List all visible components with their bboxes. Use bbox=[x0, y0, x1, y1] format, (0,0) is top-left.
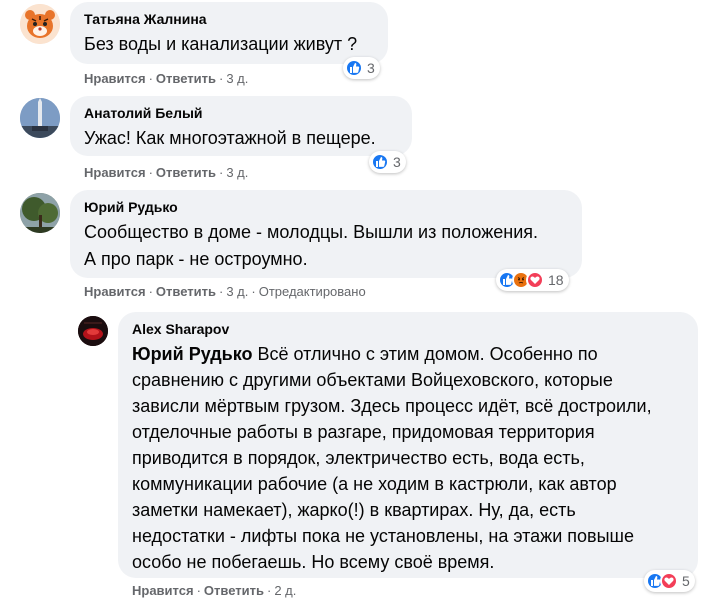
comment-text-line: Сообщество в доме - молодцы. Вышли из по… bbox=[84, 222, 539, 242]
reactions-summary[interactable]: 3 bbox=[343, 57, 380, 79]
like-reaction-icon bbox=[371, 153, 389, 171]
comment-text-line: приводится в порядок, электричество есть… bbox=[132, 448, 585, 468]
comment-text-line: зависли мёртвым грузом. Здесь процесс ид… bbox=[132, 396, 652, 416]
reaction-count: 5 bbox=[682, 573, 690, 589]
comment-author[interactable]: Татьяна Жалнина bbox=[84, 10, 376, 28]
dark-red-avatar-icon bbox=[78, 316, 108, 346]
comment-author[interactable]: Alex Sharapov bbox=[132, 320, 686, 338]
reaction-count: 18 bbox=[548, 272, 564, 288]
like-link[interactable]: Нравится bbox=[84, 165, 146, 180]
reaction-count: 3 bbox=[393, 154, 401, 170]
timestamp[interactable]: 3 д. bbox=[226, 284, 248, 299]
reactions-summary[interactable]: 3 bbox=[369, 151, 406, 173]
comment-text-line: сравнению с другими объектами Войцеховск… bbox=[132, 370, 613, 390]
like-reaction-icon bbox=[345, 59, 363, 77]
reaction-count: 3 bbox=[367, 60, 375, 76]
comment-text-line: А про парк - не остроумно. bbox=[84, 249, 308, 269]
timestamp[interactable]: 3 д. bbox=[226, 165, 248, 180]
comment-actions: Нравится · Ответить · 3 д. bbox=[84, 165, 249, 180]
comment-bubble: Alex Sharapov Юрий Рудько Всё отлично с … bbox=[118, 312, 698, 578]
like-link[interactable]: Нравится bbox=[84, 71, 146, 86]
mention-link[interactable]: Юрий Рудько bbox=[132, 344, 253, 364]
avatar[interactable] bbox=[20, 193, 60, 233]
timestamp[interactable]: 3 д. bbox=[226, 71, 248, 86]
like-link[interactable]: Нравится bbox=[84, 284, 146, 299]
reply-link[interactable]: Ответить bbox=[204, 583, 264, 598]
like-link[interactable]: Нравится bbox=[132, 583, 194, 598]
reactions-summary[interactable]: 5 bbox=[644, 570, 695, 592]
comment-actions: Нравится · Ответить · 3 д. bbox=[84, 71, 249, 86]
timestamp[interactable]: 2 д. bbox=[274, 583, 296, 598]
avatar[interactable] bbox=[20, 98, 60, 138]
tiger-avatar-icon bbox=[20, 4, 60, 44]
reactions-summary[interactable]: 18 bbox=[496, 269, 569, 291]
comment-text-line: недостатки - лифты пока не установлены, … bbox=[132, 526, 634, 546]
comment-actions: Нравится · Ответить · 2 д. bbox=[132, 583, 297, 598]
avatar[interactable] bbox=[78, 316, 108, 346]
comment-text-line: особо не побегаешь. Но всему своё время. bbox=[132, 552, 495, 572]
love-reaction-icon bbox=[526, 271, 544, 289]
comment-bubble: Татьяна Жалнина Без воды и канализации ж… bbox=[70, 2, 388, 64]
monument-avatar-icon bbox=[20, 98, 60, 138]
avatar[interactable] bbox=[20, 4, 60, 44]
reply-link[interactable]: Ответить bbox=[156, 71, 216, 86]
comment-text-line: Юрий Рудько Всё отлично с этим домом. Ос… bbox=[132, 344, 598, 364]
reply-link[interactable]: Ответить bbox=[156, 284, 216, 299]
comment-text: Без воды и канализации живут ? bbox=[84, 34, 358, 54]
tree-avatar-icon bbox=[20, 193, 60, 233]
comment-text-line: заметки намекает), жарко(!) в квартирах.… bbox=[132, 500, 576, 520]
comment-text-line: коммуникации рабочие (а не ходим в кастр… bbox=[132, 474, 617, 494]
comment-bubble: Анатолий Белый Ужас! Как многоэтажной в … bbox=[70, 96, 412, 156]
comment-text: Ужас! Как многоэтажной в пещере. bbox=[84, 128, 376, 148]
comment-actions: Нравится · Ответить · 3 д. · Отредактировано bbox=[84, 284, 366, 299]
love-reaction-icon bbox=[660, 572, 678, 590]
reply-link[interactable]: Ответить bbox=[156, 165, 216, 180]
comment-text-line: отделочные работы в разгаре, придомовая … bbox=[132, 422, 595, 442]
edited-label[interactable]: Отредактировано bbox=[259, 284, 366, 299]
comment-bubble: Юрий Рудько Сообщество в доме - молодцы.… bbox=[70, 190, 582, 278]
comment-author[interactable]: Анатолий Белый bbox=[84, 104, 400, 122]
comment-author[interactable]: Юрий Рудько bbox=[84, 198, 570, 216]
